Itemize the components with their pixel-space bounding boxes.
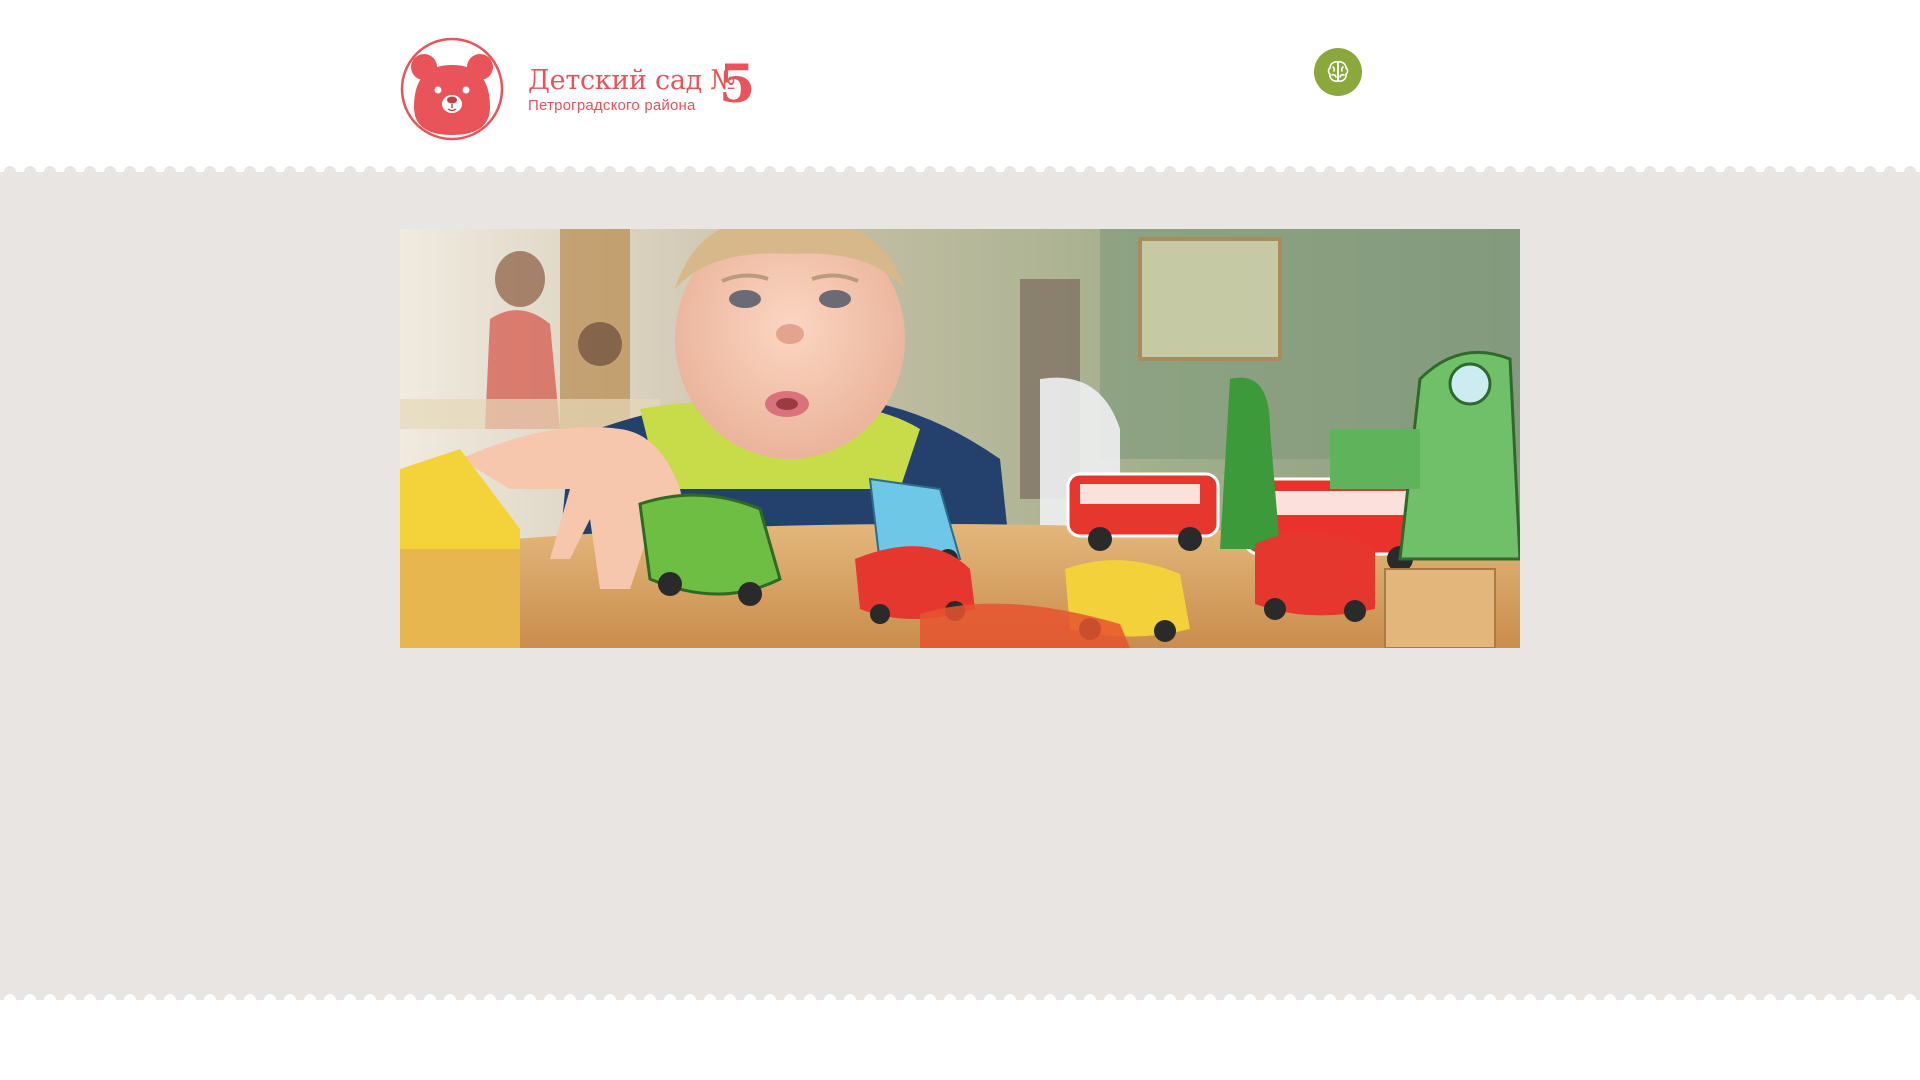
footer-wavy-border <box>0 994 1920 1006</box>
child-playing-photo <box>400 229 1520 648</box>
main-content <box>0 178 1920 1006</box>
brain-icon <box>1327 61 1349 82</box>
site-footer <box>0 1006 1920 1080</box>
banner-image <box>400 229 1520 648</box>
accessibility-button[interactable] <box>1314 48 1362 96</box>
logo-number: 5 <box>719 54 756 115</box>
site-logo-link[interactable]: Детский сад № 5 Петроградского района <box>400 37 760 143</box>
site-header: Детский сад № 5 Петроградского района <box>0 0 1920 178</box>
logo-subtitle: Петроградского района <box>528 97 696 114</box>
bear-logo-icon <box>400 37 504 141</box>
logo-title: Детский сад № <box>528 65 736 96</box>
header-wavy-border <box>0 166 1920 178</box>
